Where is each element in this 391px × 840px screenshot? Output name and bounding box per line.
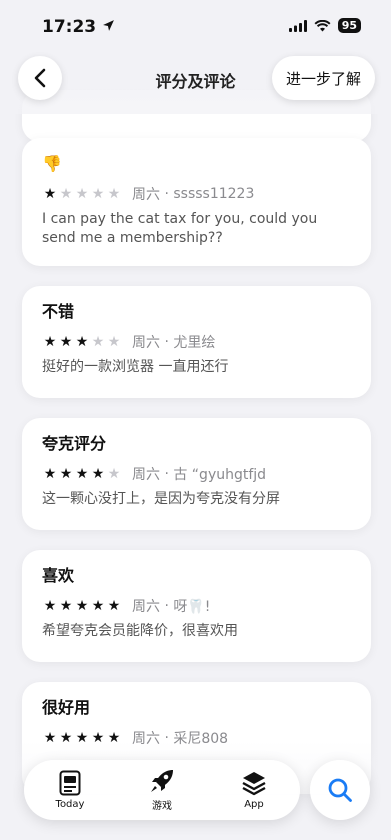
star-filled-icon: ★ bbox=[91, 466, 105, 482]
meta-separator: · bbox=[160, 598, 174, 614]
meta-separator: · bbox=[160, 334, 174, 350]
review-card[interactable]: 👎 ★ ★ ★ ★ ★ 周六 · sssss11223 I can pay the ca… bbox=[22, 138, 371, 266]
search-button[interactable] bbox=[310, 760, 370, 820]
review-card[interactable]: 夸克评分 ★ ★ ★ ★ ★ 周六 · 古 “gyuhgtfjd 这一颗心没打上，是因为… bbox=[22, 418, 371, 530]
review-day: 周六 bbox=[132, 599, 160, 615]
status-time-text: 17:23 bbox=[42, 17, 97, 37]
tab-apps[interactable]: App bbox=[219, 770, 289, 810]
signal-icon bbox=[288, 19, 307, 32]
wifi-icon bbox=[314, 19, 331, 31]
location-arrow-icon bbox=[103, 20, 114, 31]
star-filled-icon: ★ bbox=[43, 466, 57, 482]
meta-separator: · bbox=[160, 466, 174, 482]
review-day: 周六 bbox=[132, 187, 160, 203]
star-empty-icon: ★ bbox=[107, 334, 121, 350]
tab-today-label: Today bbox=[55, 799, 85, 810]
review-body: 希望夸克会员能降价，很喜欢用 bbox=[42, 623, 238, 639]
review-body: 这一颗心没打上，是因为夸克没有分屏 bbox=[42, 491, 280, 507]
review-title: 夸克评分 bbox=[42, 434, 107, 453]
review-title: 喜欢 bbox=[42, 566, 75, 585]
star-empty-icon: ★ bbox=[59, 186, 73, 202]
star-rating: ★ ★ ★ ★ ★ bbox=[42, 466, 122, 482]
star-filled-icon: ★ bbox=[43, 598, 57, 614]
review-body: I can pay the cat tax for you, could you… bbox=[42, 211, 318, 246]
review-author: 呀🦷! bbox=[173, 599, 211, 615]
tab-games-label: 游戏 bbox=[152, 801, 172, 812]
meta-separator: · bbox=[160, 186, 174, 202]
status-bar: 17:23 95 bbox=[0, 0, 391, 52]
star-filled-icon: ★ bbox=[75, 466, 89, 482]
star-filled-icon: ★ bbox=[59, 334, 73, 350]
review-day: 周六 bbox=[132, 467, 160, 483]
star-filled-icon: ★ bbox=[75, 598, 89, 614]
review-author: 尤里绘 bbox=[173, 335, 216, 351]
tab-games[interactable]: 游戏 bbox=[127, 768, 197, 812]
review-author: 古 “gyuhgtfjd bbox=[173, 467, 267, 483]
star-filled-icon: ★ bbox=[43, 334, 57, 350]
review-card[interactable]: 喜欢 ★ ★ ★ ★ ★ 周六 · 呀🦷! 希望夸克会员能降价，很喜欢用 bbox=[22, 550, 371, 662]
navigation-bar: 评分及评论 进一步了解 bbox=[0, 52, 391, 114]
star-filled-icon: ★ bbox=[75, 334, 89, 350]
star-filled-icon: ★ bbox=[43, 186, 57, 202]
star-empty-icon: ★ bbox=[75, 186, 89, 202]
search-icon bbox=[328, 778, 352, 802]
star-empty-icon: ★ bbox=[91, 186, 105, 202]
review-title: 不错 bbox=[42, 302, 75, 321]
review-day: 周六 bbox=[132, 335, 160, 351]
review-meta: ★ ★ ★ ★ ★ 周六 · 尤里绘 bbox=[42, 332, 351, 352]
today-icon bbox=[59, 770, 81, 796]
learn-more-button[interactable]: 进一步了解 bbox=[271, 56, 375, 100]
tab-today[interactable]: Today bbox=[35, 770, 105, 810]
review-meta: ★ ★ ★ ★ ★ 周六 · 呀🦷! bbox=[42, 596, 351, 616]
review-meta: ★ ★ ★ ★ ★ 周六 · 古 “gyuhgtfjd bbox=[42, 464, 351, 484]
tab-bar: Today 游戏 App bbox=[24, 760, 300, 820]
star-empty-icon: ★ bbox=[91, 334, 105, 350]
status-indicators: 95 bbox=[288, 18, 361, 33]
star-rating: ★ ★ ★ ★ ★ bbox=[42, 598, 122, 614]
star-rating: ★ ★ ★ ★ ★ bbox=[42, 186, 122, 202]
star-empty-icon: ★ bbox=[107, 186, 121, 202]
star-filled-icon: ★ bbox=[107, 598, 121, 614]
star-rating: ★ ★ ★ ★ ★ bbox=[42, 334, 122, 350]
star-filled-icon: ★ bbox=[91, 598, 105, 614]
layers-icon bbox=[242, 772, 266, 796]
status-time: 17:23 bbox=[42, 17, 115, 37]
review-title: 👎 bbox=[42, 154, 62, 173]
rocket-icon bbox=[151, 770, 173, 792]
review-body: 挺好的一款浏览器 一直用还行 bbox=[42, 359, 229, 375]
star-filled-icon: ★ bbox=[59, 598, 73, 614]
tab-apps-label: App bbox=[244, 799, 264, 810]
review-meta: ★ ★ ★ ★ ★ 周六 · sssss11223 bbox=[42, 184, 351, 204]
review-title: 很好用 bbox=[42, 698, 91, 717]
star-filled-icon: ★ bbox=[59, 466, 73, 482]
star-empty-icon: ★ bbox=[107, 466, 121, 482]
review-author: sssss11223 bbox=[173, 186, 255, 202]
review-card[interactable]: 不错 ★ ★ ★ ★ ★ 周六 · 尤里绘 挺好的一款浏览器 一直用还行 bbox=[22, 286, 371, 398]
battery-indicator: 95 bbox=[337, 18, 361, 33]
